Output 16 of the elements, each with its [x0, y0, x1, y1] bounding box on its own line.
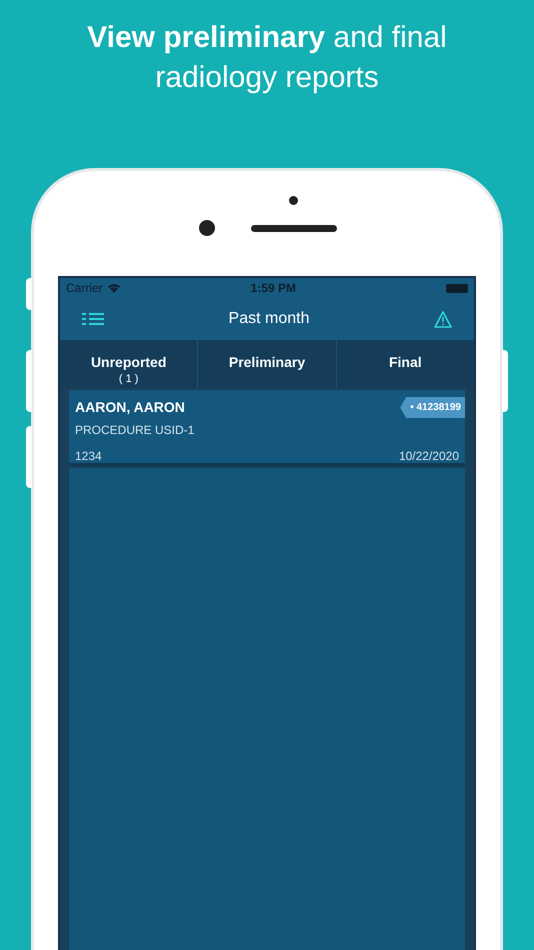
headline: View preliminary and final radiology reports	[86, 20, 448, 96]
carrier-label: Carrier	[66, 280, 103, 297]
patient-name: AARON, AARON	[75, 398, 186, 417]
report-card[interactable]: AARON, AARON • 41238199 PROCEDURE USID-1 1234 10/22/2020	[69, 390, 465, 466]
warning-icon	[434, 310, 452, 328]
list-icon	[82, 312, 104, 326]
tab[interactable]: Unreported ( 1 )	[60, 340, 198, 388]
accession-tag: • 41238199	[400, 397, 465, 418]
camera-icon	[199, 220, 215, 236]
wifi-icon	[106, 283, 121, 293]
report-id: 1234	[75, 448, 103, 465]
battery-icon	[446, 284, 468, 292]
nav-title: Past month	[228, 309, 310, 329]
procedure-label: PROCEDURE USID-1	[75, 422, 196, 439]
report-date: 10/22/2020	[398, 448, 459, 465]
time-label: 1:59 PM	[250, 280, 298, 297]
